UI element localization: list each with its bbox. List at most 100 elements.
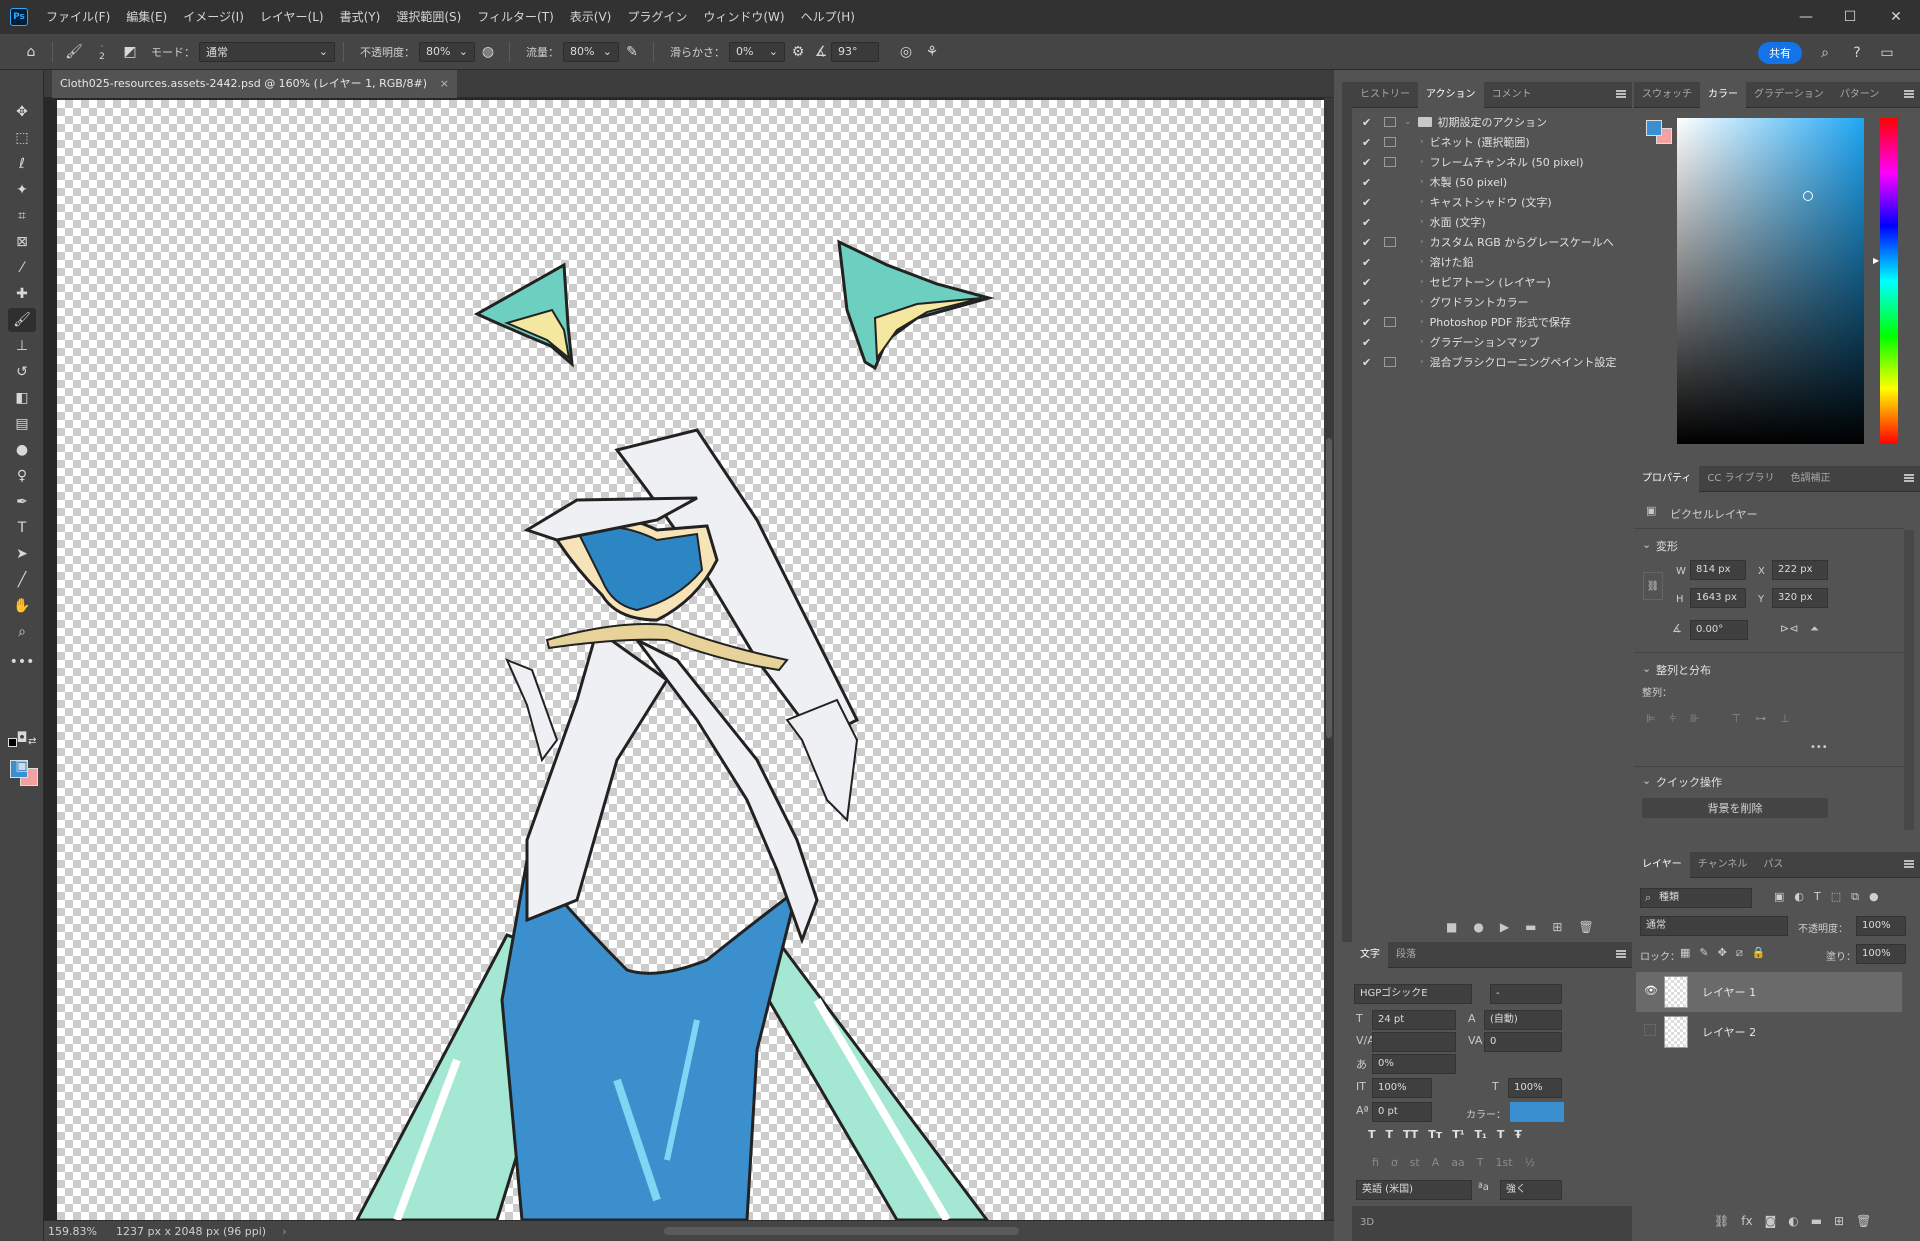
dialog-toggle-icon[interactable] [1384, 357, 1396, 367]
check-icon[interactable]: ✔ [1362, 356, 1378, 369]
action-row[interactable]: ✔ › フレームチャンネル (50 pixel) [1352, 152, 1622, 172]
tsume-input[interactable]: 0% [1372, 1054, 1456, 1074]
type-tool-icon[interactable]: T [8, 516, 36, 540]
menu-select[interactable]: 選択範囲(S) [388, 0, 469, 34]
lock-pixels-icon[interactable]: ✎ [1699, 946, 1708, 960]
chevron-down-icon[interactable]: ⌄ [1642, 774, 1651, 787]
action-row[interactable]: ✔ › セピアトーン (レイヤー) [1352, 272, 1622, 292]
menu-help[interactable]: ヘルプ(H) [793, 0, 863, 34]
action-row[interactable]: ✔ › Photoshop PDF 形式で保存 [1352, 312, 1622, 332]
check-icon[interactable]: ✔ [1362, 116, 1378, 129]
tab-channels[interactable]: チャンネル [1690, 852, 1756, 878]
faux-bold-icon[interactable]: T [1368, 1128, 1376, 1141]
filter-smart-object-icon[interactable]: ⧉ [1851, 890, 1859, 904]
new-action-icon[interactable]: ⊞ [1552, 920, 1562, 934]
screen-mode-icon[interactable]: ▣ [8, 754, 36, 778]
layer-opacity-input[interactable]: 100% [1856, 916, 1906, 936]
new-adjustment-icon[interactable]: ◐ [1788, 1214, 1798, 1228]
close-tab-icon[interactable]: × [440, 70, 449, 98]
close-window-icon[interactable]: ✕ [1872, 0, 1920, 34]
link-dimensions-icon[interactable]: ⛓ [1643, 572, 1663, 600]
tab-color[interactable]: カラー [1700, 81, 1746, 108]
dodge-tool-icon[interactable]: ♀ [8, 464, 36, 488]
new-group-icon[interactable]: ▬ [1811, 1214, 1822, 1228]
ligature-icon[interactable]: fi [1372, 1156, 1379, 1169]
dialog-toggle-icon[interactable] [1384, 157, 1396, 167]
language-select[interactable]: 英語 (米国) [1356, 1180, 1472, 1200]
blend-mode-select[interactable]: 通常 [1640, 916, 1788, 936]
lasso-tool-icon[interactable]: ℓ [8, 152, 36, 176]
tracking-input[interactable]: 0 [1484, 1032, 1562, 1052]
trash-icon[interactable]: 🗑 [1856, 1214, 1871, 1228]
action-row[interactable]: ✔ › ビネット (選択範囲) [1352, 132, 1622, 152]
workspace-icon[interactable]: ▭ [1874, 40, 1900, 66]
check-icon[interactable]: ✔ [1362, 296, 1378, 309]
tab-actions[interactable]: アクション [1418, 81, 1484, 108]
action-row[interactable]: ✔ › 混合ブラシクローニングペイント設定 [1352, 352, 1622, 372]
chevron-right-icon[interactable]: › [1420, 137, 1424, 147]
layer-row[interactable]: 👁 レイヤー 1 [1636, 972, 1902, 1012]
text-color-swatch[interactable] [1510, 1102, 1564, 1122]
symmetry-icon[interactable]: ⚘ [919, 39, 945, 65]
y-input[interactable]: 320 px [1772, 588, 1828, 608]
color-picker-field[interactable] [1677, 118, 1864, 444]
kerning-input[interactable] [1372, 1032, 1456, 1052]
link-layers-icon[interactable]: ⛓ [1714, 1214, 1729, 1228]
menu-file[interactable]: ファイル(F) [38, 0, 118, 34]
font-style-select[interactable]: - [1490, 984, 1562, 1004]
actions-scrollbar[interactable] [1342, 82, 1352, 942]
tab-swatches[interactable]: スウォッチ [1634, 82, 1700, 108]
fill-input[interactable]: 100% [1856, 944, 1906, 964]
flip-horizontal-icon[interactable]: ⊳⊲ [1780, 622, 1798, 635]
clone-stamp-icon[interactable]: ⊥ [8, 334, 36, 358]
eyedropper-icon[interactable]: ⁄ [8, 256, 36, 280]
smoothing-input[interactable]: 0% ⌄ [729, 41, 785, 62]
angle-input[interactable]: 93° [831, 41, 879, 62]
brush-preset-picker[interactable]: · 2 [87, 39, 117, 65]
tab-character[interactable]: 文字 [1352, 941, 1388, 968]
chevron-down-icon[interactable]: ⌄ [1642, 538, 1651, 551]
chevron-right-icon[interactable]: › [282, 1225, 286, 1238]
layer-filter-select[interactable]: 種類 [1640, 888, 1752, 908]
dialog-toggle-icon[interactable] [1384, 117, 1396, 127]
vertical-scale-input[interactable]: 100% [1372, 1078, 1432, 1098]
pen-tool-icon[interactable]: ✒ [8, 490, 36, 514]
chevron-right-icon[interactable]: › [1420, 237, 1424, 247]
chevron-right-icon[interactable]: › [1420, 337, 1424, 347]
action-row[interactable]: ✔ › カスタム RGB からグレースケールへ [1352, 232, 1622, 252]
foreground-color-chip[interactable] [1646, 120, 1662, 136]
trash-icon[interactable]: 🗑 [1578, 920, 1593, 934]
fx-icon[interactable]: fx [1741, 1214, 1752, 1228]
gradient-tool-icon[interactable]: ▤ [8, 412, 36, 436]
blur-tool-icon[interactable]: ● [8, 438, 36, 462]
align-bottom-icon[interactable]: ⊥ [1780, 712, 1790, 726]
check-icon[interactable]: ✔ [1362, 176, 1378, 189]
lock-position-icon[interactable]: ✥ [1718, 946, 1727, 960]
pressure-size-icon[interactable]: ◎ [893, 39, 919, 65]
tab-adjustments[interactable]: 色調補正 [1783, 466, 1839, 492]
check-icon[interactable]: ✔ [1362, 216, 1378, 229]
crop-tool-icon[interactable]: ⌗ [8, 204, 36, 228]
chevron-right-icon[interactable]: › [1420, 157, 1424, 167]
antialias-select[interactable]: 強く [1500, 1180, 1562, 1200]
flow-input[interactable]: 80% ⌄ [563, 41, 619, 62]
new-layer-icon[interactable]: ⊞ [1834, 1214, 1844, 1228]
filter-shape-icon[interactable]: ⬚ [1831, 890, 1841, 904]
more-tools-icon[interactable]: ••• [8, 650, 36, 674]
zoom-tool-icon[interactable]: ⌕ [8, 620, 36, 644]
tab-layers[interactable]: レイヤー [1634, 851, 1690, 878]
all-caps-icon[interactable]: TT [1403, 1128, 1418, 1141]
chevron-down-icon[interactable]: ⌄ [1642, 662, 1651, 675]
chevron-right-icon[interactable]: › [1420, 297, 1424, 307]
filter-toggle-icon[interactable]: ● [1869, 890, 1879, 904]
mode-select[interactable]: 通常 ⌄ [199, 41, 335, 62]
subscript-icon[interactable]: T₁ [1475, 1128, 1487, 1141]
zoom-level[interactable]: 159.83% [48, 1225, 106, 1238]
menu-window[interactable]: ウィンドウ(W) [695, 0, 792, 34]
menu-view[interactable]: 表示(V) [562, 0, 620, 34]
action-row[interactable]: ✔ › グワドラントカラー [1352, 292, 1622, 312]
opacity-input[interactable]: 80% ⌄ [419, 41, 475, 62]
frame-tool-icon[interactable]: ⊠ [8, 230, 36, 254]
menu-layer[interactable]: レイヤー(L) [252, 0, 332, 34]
hue-slider-handle[interactable]: ▶ [1873, 256, 1879, 265]
